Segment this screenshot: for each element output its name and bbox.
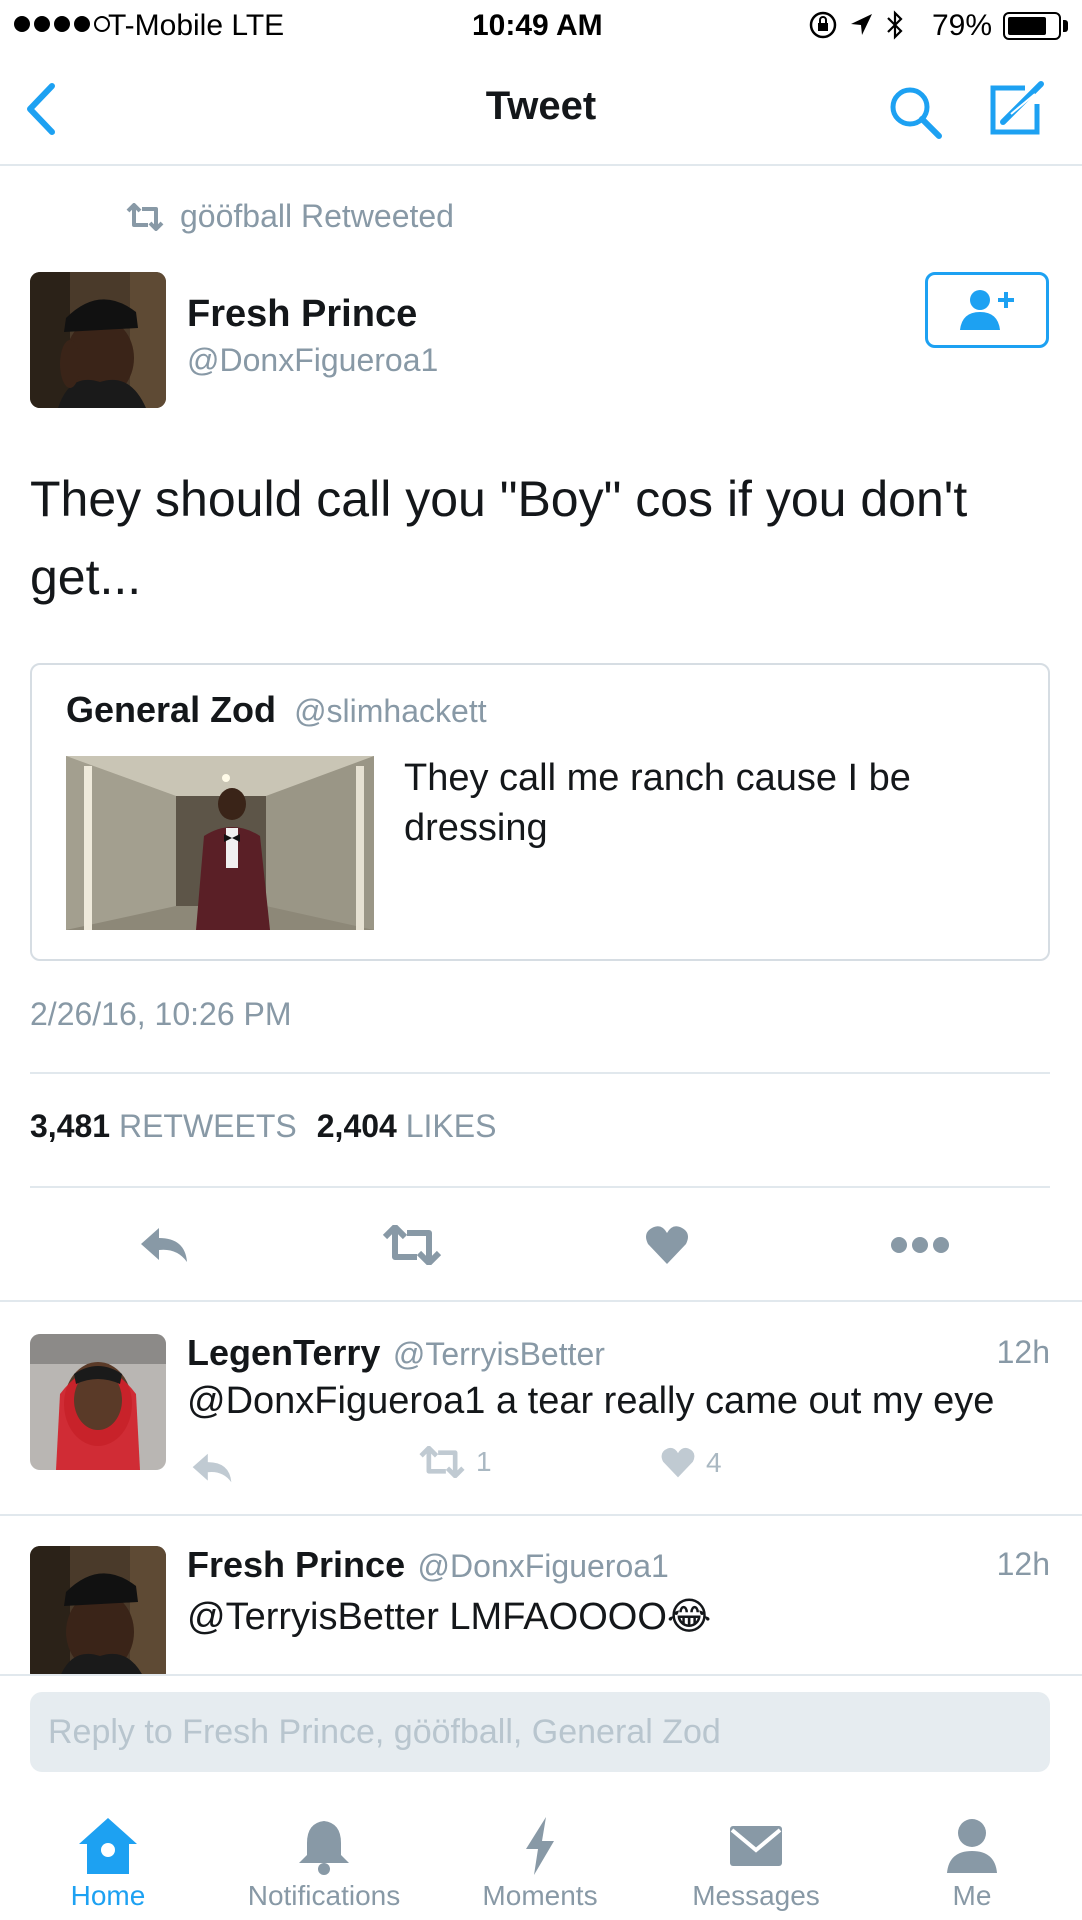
retweet-icon bbox=[126, 202, 164, 231]
quoted-author: General Zod @slimhackett bbox=[66, 689, 487, 731]
location-arrow-icon bbox=[851, 14, 872, 35]
tab-messages-label: Messages bbox=[692, 1880, 820, 1911]
reply-button[interactable] bbox=[124, 1215, 204, 1275]
avatar-photo bbox=[30, 1546, 166, 1674]
status-bar: T-Mobile LTE 10:49 AM 79% bbox=[0, 0, 1082, 54]
retweets-stat[interactable]: 3,481 RETWEETS bbox=[30, 1108, 297, 1145]
reply-author-handle[interactable]: @DonxFigueroa1 bbox=[418, 1548, 669, 1584]
author-handle[interactable]: @DonxFigueroa1 bbox=[187, 342, 438, 379]
tab-home[interactable]: Home bbox=[0, 1790, 216, 1920]
like-button[interactable] bbox=[627, 1215, 707, 1275]
heart-icon bbox=[646, 1226, 688, 1264]
follow-button[interactable] bbox=[925, 272, 1049, 348]
quoted-author-handle: @slimhackett bbox=[294, 693, 487, 729]
reply-text: @DonxFigueroa1 a tear really came out my… bbox=[187, 1380, 995, 1422]
battery-level bbox=[1008, 17, 1046, 35]
likes-count: 2,404 bbox=[316, 1108, 397, 1144]
reply-input[interactable] bbox=[30, 1692, 1050, 1772]
rotation-lock-icon bbox=[809, 11, 837, 39]
tab-me[interactable]: Me bbox=[864, 1790, 1080, 1920]
compose-button[interactable] bbox=[985, 78, 1047, 145]
search-icon bbox=[890, 87, 942, 139]
retweet-icon bbox=[382, 1225, 442, 1265]
battery-nub bbox=[1063, 20, 1068, 32]
likes-label: LIKES bbox=[405, 1108, 497, 1144]
reply-retweet-button[interactable]: 1 bbox=[418, 1446, 492, 1478]
tab-bar: Home Notifications Moments Messages Me bbox=[0, 1790, 1082, 1920]
retweet-button[interactable] bbox=[372, 1215, 452, 1275]
status-time: 10:49 AM bbox=[472, 9, 603, 42]
quoted-image[interactable] bbox=[66, 756, 374, 930]
tweet-stats: 3,481 RETWEETS 2,404 LIKES bbox=[30, 1108, 496, 1145]
reply-reply-button[interactable] bbox=[187, 1446, 237, 1490]
reply-item[interactable]: Fresh Prince @DonxFigueroa1 12h @Terryis… bbox=[0, 1516, 1082, 1674]
reply-avatar[interactable] bbox=[30, 1546, 166, 1674]
reply-author-name[interactable]: LegenTerry bbox=[187, 1332, 380, 1373]
reply-avatar[interactable] bbox=[30, 1334, 166, 1470]
divider bbox=[30, 1072, 1050, 1074]
reply-item[interactable]: LegenTerry @TerryisBetter 12h @DonxFigue… bbox=[0, 1302, 1082, 1514]
bell-icon bbox=[299, 1821, 349, 1875]
tweet-text: They should call you "Boy" cos if you do… bbox=[30, 471, 968, 605]
author-name[interactable]: Fresh Prince bbox=[187, 293, 417, 336]
avatar-photo bbox=[30, 1334, 166, 1470]
home-icon bbox=[79, 1818, 137, 1874]
compose-icon bbox=[990, 81, 1044, 135]
reply-time: 12h bbox=[996, 1546, 1050, 1582]
reply-text: @TerryisBetter LMFAOOOO😂 bbox=[187, 1594, 711, 1639]
reply-icon bbox=[141, 1228, 187, 1262]
quoted-photo bbox=[66, 756, 374, 930]
tab-notifications-label: Notifications bbox=[247, 1880, 401, 1911]
reply-like-count: 4 bbox=[706, 1446, 722, 1478]
retweeted-by-label: gööfball Retweeted bbox=[180, 198, 454, 234]
retweets-label: RETWEETS bbox=[118, 1108, 297, 1144]
heart-icon bbox=[661, 1447, 695, 1478]
more-icon bbox=[891, 1237, 949, 1253]
carrier-label: T-Mobile LTE bbox=[108, 9, 285, 42]
person-icon bbox=[947, 1819, 997, 1873]
divider bbox=[30, 1186, 1050, 1188]
laughing-emoji: 😂 bbox=[666, 1596, 712, 1638]
reply-author-name[interactable]: Fresh Prince bbox=[187, 1544, 405, 1585]
avatar-photo bbox=[30, 272, 166, 408]
divider bbox=[0, 1674, 1082, 1676]
reply-retweet-count: 1 bbox=[476, 1446, 492, 1477]
quoted-text: They call me ranch cause I be dressing bbox=[404, 757, 911, 849]
bluetooth-icon bbox=[887, 10, 903, 40]
nav-bar: Tweet bbox=[0, 54, 1082, 166]
search-button[interactable] bbox=[887, 84, 945, 147]
reply-icon bbox=[192, 1453, 232, 1483]
status-icons bbox=[808, 9, 906, 41]
reply-header: Fresh Prince @DonxFigueroa1 bbox=[187, 1544, 669, 1586]
reply-text-body: @TerryisBetter LMFAOOOO bbox=[187, 1596, 667, 1638]
tab-moments[interactable]: Moments bbox=[432, 1790, 648, 1920]
signal-strength-icon bbox=[14, 16, 110, 32]
tweet-timestamp: 2/26/16, 10:26 PM bbox=[30, 996, 292, 1032]
retweeted-by[interactable]: gööfball Retweeted bbox=[124, 198, 454, 235]
reply-header: LegenTerry @TerryisBetter bbox=[187, 1332, 605, 1374]
reply-time: 12h bbox=[996, 1334, 1050, 1370]
more-options-button[interactable] bbox=[880, 1215, 960, 1275]
tab-me-label: Me bbox=[952, 1880, 992, 1911]
battery-percent: 79% bbox=[932, 9, 993, 42]
reply-author-handle[interactable]: @TerryisBetter bbox=[393, 1336, 605, 1372]
lightning-icon bbox=[526, 1817, 554, 1875]
quoted-author-name: General Zod bbox=[66, 689, 277, 730]
reply-like-button[interactable]: 4 bbox=[660, 1446, 722, 1479]
tab-moments-label: Moments bbox=[482, 1880, 598, 1911]
likes-stat[interactable]: 2,404 LIKES bbox=[317, 1108, 497, 1145]
add-user-icon bbox=[960, 290, 1014, 330]
tab-messages[interactable]: Messages bbox=[648, 1790, 864, 1920]
retweets-count: 3,481 bbox=[30, 1108, 111, 1144]
retweet-icon bbox=[419, 1446, 465, 1478]
tab-notifications[interactable]: Notifications bbox=[216, 1790, 432, 1920]
tab-home-label: Home bbox=[70, 1880, 146, 1911]
battery-icon bbox=[1003, 12, 1061, 40]
envelope-icon bbox=[730, 1826, 782, 1866]
author-avatar[interactable] bbox=[30, 272, 166, 408]
quoted-tweet[interactable]: General Zod @slimhackett They call me ra… bbox=[30, 663, 1050, 961]
